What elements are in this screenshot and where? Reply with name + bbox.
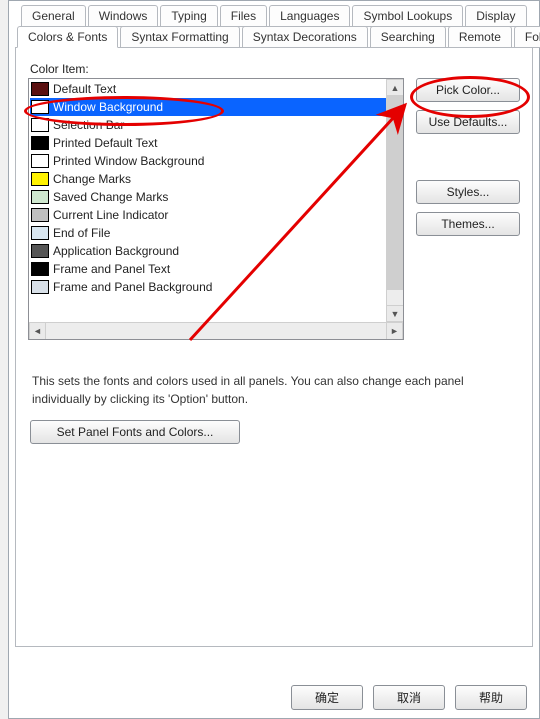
- list-item[interactable]: Change Marks: [30, 170, 403, 188]
- color-swatch: [31, 244, 49, 258]
- preferences-dialog: GeneralWindowsTypingFilesLanguagesSymbol…: [8, 0, 540, 719]
- tab-files[interactable]: Files: [220, 5, 267, 27]
- use-defaults-button[interactable]: Use Defaults...: [416, 110, 520, 134]
- color-item-label: Color Item:: [30, 62, 520, 76]
- color-swatch: [31, 118, 49, 132]
- list-area: Default Text Window Background Selection B…: [28, 78, 520, 340]
- scroll-up-icon[interactable]: ▲: [387, 79, 403, 96]
- color-swatch: [31, 226, 49, 240]
- tab-content: Color Item: Default Text Window Backgroun…: [15, 47, 533, 647]
- list-item-label: Application Background: [53, 244, 179, 258]
- list-item-label: Saved Change Marks: [53, 190, 168, 204]
- list-item[interactable]: Saved Change Marks: [30, 188, 403, 206]
- list-item[interactable]: End of File: [30, 224, 403, 242]
- scroll-down-icon[interactable]: ▼: [387, 305, 403, 322]
- list-item-label: Printed Window Background: [53, 154, 204, 168]
- color-swatch: [31, 262, 49, 276]
- list-item[interactable]: Selection Bar: [30, 116, 403, 134]
- color-item-listbox[interactable]: Default Text Window Background Selection B…: [28, 78, 404, 340]
- tab-typing[interactable]: Typing: [160, 5, 217, 27]
- list-item[interactable]: Frame and Panel Text: [30, 260, 403, 278]
- color-swatch: [31, 100, 49, 114]
- tab-languages[interactable]: Languages: [269, 5, 350, 27]
- help-button[interactable]: 帮助: [455, 685, 527, 710]
- list-item-label: Printed Default Text: [53, 136, 158, 150]
- list-item-label: End of File: [53, 226, 110, 240]
- tab-row-lower: Colors & FontsSyntax FormattingSyntax De…: [17, 26, 533, 48]
- list-item-label: Change Marks: [53, 172, 131, 186]
- scroll-right-icon[interactable]: ►: [386, 323, 403, 339]
- scroll-left-icon[interactable]: ◄: [29, 323, 46, 339]
- tab-colors-fonts[interactable]: Colors & Fonts: [17, 26, 118, 48]
- list-item[interactable]: Printed Window Background: [30, 152, 403, 170]
- list-item[interactable]: Application Background: [30, 242, 403, 260]
- color-swatch: [31, 190, 49, 204]
- color-swatch: [31, 136, 49, 150]
- color-swatch: [31, 280, 49, 294]
- tab-syntax-decorations[interactable]: Syntax Decorations: [242, 26, 368, 48]
- list-item-label: Window Background: [53, 100, 163, 114]
- dialog-buttons: 确定 取消 帮助: [291, 685, 527, 710]
- description-text: This sets the fonts and colors used in a…: [32, 372, 516, 408]
- horizontal-scrollbar[interactable]: ◄ ►: [29, 322, 403, 339]
- list-item[interactable]: Frame and Panel Background: [30, 278, 403, 296]
- tab-windows[interactable]: Windows: [88, 5, 159, 27]
- set-panel-fonts-button[interactable]: Set Panel Fonts and Colors...: [30, 420, 240, 444]
- color-swatch: [31, 82, 49, 96]
- list-item-label: Default Text: [53, 82, 116, 96]
- color-swatch: [31, 208, 49, 222]
- tab-folders[interactable]: Folders: [514, 26, 540, 48]
- tab-syntax-formatting[interactable]: Syntax Formatting: [120, 26, 239, 48]
- styles-button[interactable]: Styles...: [416, 180, 520, 204]
- list-item-label: Frame and Panel Text: [53, 262, 170, 276]
- list-item[interactable]: Current Line Indicator: [30, 206, 403, 224]
- tab-remote[interactable]: Remote: [448, 26, 512, 48]
- vertical-scrollbar[interactable]: ▲ ▼: [386, 79, 403, 322]
- list-item-label: Selection Bar: [53, 118, 124, 132]
- list-item[interactable]: Printed Default Text: [30, 134, 403, 152]
- scroll-thumb[interactable]: [387, 96, 403, 290]
- themes-button[interactable]: Themes...: [416, 212, 520, 236]
- pick-color-button[interactable]: Pick Color...: [416, 78, 520, 102]
- tab-row-upper: GeneralWindowsTypingFilesLanguagesSymbol…: [21, 5, 533, 27]
- tab-display[interactable]: Display: [465, 5, 526, 27]
- color-swatch: [31, 154, 49, 168]
- cancel-button[interactable]: 取消: [373, 685, 445, 710]
- tab-searching[interactable]: Searching: [370, 26, 446, 48]
- tab-symbol-lookups[interactable]: Symbol Lookups: [352, 5, 463, 27]
- list-item[interactable]: Default Text: [30, 80, 403, 98]
- list-item[interactable]: Window Background: [30, 98, 403, 116]
- color-swatch: [31, 172, 49, 186]
- ok-button[interactable]: 确定: [291, 685, 363, 710]
- list-item-label: Current Line Indicator: [53, 208, 168, 222]
- tab-general[interactable]: General: [21, 5, 86, 27]
- side-buttons: Pick Color... Use Defaults... Styles... …: [416, 78, 520, 236]
- list-item-label: Frame and Panel Background: [53, 280, 212, 294]
